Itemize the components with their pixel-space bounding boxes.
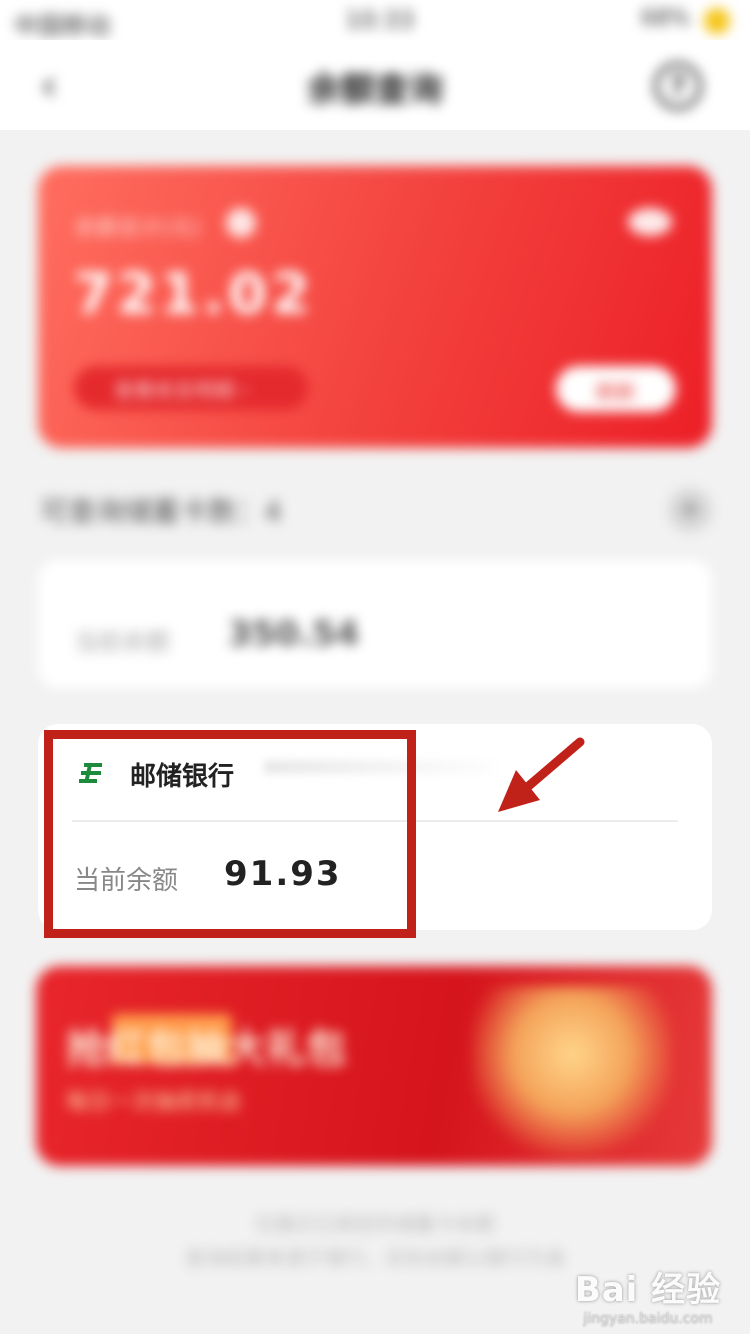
add-icon[interactable]: + bbox=[668, 488, 712, 532]
info-icon[interactable] bbox=[226, 208, 256, 238]
footer-line-1: 仅展示已绑定的储蓄卡余额 bbox=[255, 1212, 495, 1236]
total-balance-card: 余额总计(元) 721.02 查看收支明细 › 刷新 bbox=[38, 166, 712, 448]
balance-value: 350.54 bbox=[228, 614, 360, 654]
status-bar: 中国移动 10:33 68% bbox=[0, 0, 750, 40]
refresh-label: 刷新 bbox=[596, 380, 636, 404]
view-details-button[interactable]: 查看收支明细 › bbox=[74, 366, 308, 410]
watermark-url: jingyan.baidu.com bbox=[583, 1311, 713, 1327]
promo-banner[interactable]: 抢红包抽大礼包 每日一次抽奖机会 bbox=[36, 966, 712, 1166]
annotation-arrow-icon bbox=[498, 737, 585, 812]
watermark-logo: Bai 经验 bbox=[574, 1270, 722, 1310]
promo-title: 抢红包抽大礼包 bbox=[66, 1026, 346, 1072]
refresh-button[interactable]: 刷新 bbox=[556, 366, 676, 412]
page-title: 余额查询 bbox=[307, 70, 443, 110]
accounts-count-title: 可查询储蓄卡数：4 bbox=[40, 495, 282, 528]
total-balance-amount: 721.02 bbox=[74, 262, 315, 327]
annotation-highlight-box bbox=[44, 730, 416, 938]
carrier-label: 中国移动 bbox=[14, 12, 110, 40]
account-card[interactable]: 当前余额 350.54 bbox=[38, 560, 712, 688]
battery-icon bbox=[704, 8, 730, 34]
promo-subtitle: 每日一次抽奖机会 bbox=[66, 1090, 243, 1115]
eye-icon[interactable] bbox=[628, 208, 672, 236]
nav-bar: ‹ 余额查询 ? bbox=[0, 40, 750, 130]
view-details-label: 查看收支明细 › bbox=[114, 378, 249, 402]
baidu-jingyan-watermark: Bai 经验 jingyan.baidu.com bbox=[568, 1262, 728, 1327]
battery-level: 68% bbox=[641, 6, 690, 31]
help-icon[interactable]: ? bbox=[654, 62, 702, 110]
clock: 10:33 bbox=[345, 6, 415, 34]
balance-label: 当前余额 bbox=[74, 628, 170, 656]
total-balance-label: 余额总计(元) bbox=[74, 216, 202, 241]
gift-icon bbox=[472, 986, 672, 1156]
